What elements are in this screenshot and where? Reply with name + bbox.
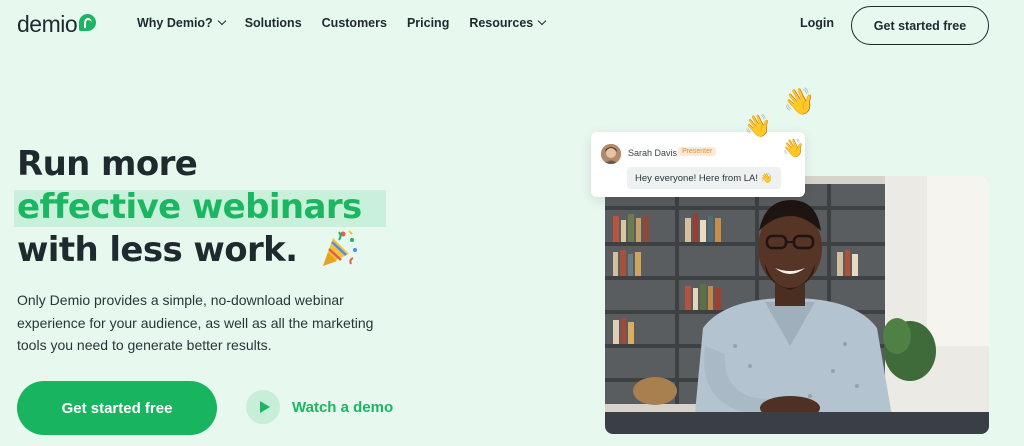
- nav-why-demio-label: Why Demio?: [137, 16, 213, 30]
- headline-line-1: Run more: [17, 144, 198, 184]
- main-menu: Why Demio? Solutions Customers Pricing R…: [137, 16, 565, 30]
- nav-pricing[interactable]: Pricing: [407, 16, 449, 30]
- headline-highlight: effective webinars: [14, 186, 386, 229]
- subtext-line: tools you need to generate better result…: [17, 337, 272, 353]
- presenter-photo-illustration: [605, 176, 989, 434]
- chat-message-card: Sarah Davis Presenter Hey everyone! Here…: [591, 132, 805, 197]
- headline-line-2: effective webinars: [14, 186, 386, 229]
- chat-message-bubble: Hey everyone! Here from LA! 👋: [627, 167, 781, 189]
- nav-pricing-label: Pricing: [406, 16, 450, 30]
- chevron-down-icon: [538, 16, 547, 26]
- play-icon: [246, 390, 280, 424]
- watch-demo-link[interactable]: Watch a demo: [246, 390, 393, 424]
- nav-solutions[interactable]: Solutions: [245, 16, 302, 30]
- nav-resources-label: Resources: [469, 16, 534, 30]
- nav-resources[interactable]: Resources: [469, 16, 547, 30]
- login-link[interactable]: Login: [800, 16, 834, 30]
- get-started-nav-button[interactable]: Get started free: [851, 6, 989, 45]
- nav-solutions-label: Solutions: [244, 16, 302, 30]
- hero-photo: [605, 176, 989, 434]
- headline-highlight-text: effective webinars: [17, 187, 362, 227]
- nav-customers[interactable]: Customers: [322, 16, 387, 30]
- subtext-line: Only Demio provides a simple, no-downloa…: [17, 292, 344, 308]
- presenter-badge: Presenter: [678, 147, 717, 156]
- headline-line-3: with less work.: [17, 229, 362, 272]
- nav-why-demio[interactable]: Why Demio?: [137, 16, 226, 30]
- demio-logo[interactable]: demio: [17, 11, 97, 38]
- watch-demo-label: Watch a demo: [292, 398, 394, 416]
- get-started-hero-button[interactable]: Get started free: [17, 381, 217, 435]
- confetti-icon: [322, 229, 357, 266]
- subtext-line: experience for your audience, as well as…: [17, 314, 374, 331]
- avatar: [601, 144, 621, 164]
- headline-line-3-text: with less work.: [17, 230, 298, 270]
- chat-sender-name: Sarah Davis: [628, 148, 678, 158]
- hero-subtext: Only Demio provides a simple, no-downloa…: [17, 289, 387, 357]
- waving-hand-icon: 👋: [782, 138, 805, 158]
- waving-hand-icon: 👋: [744, 113, 772, 138]
- logo-text: demio: [17, 11, 78, 37]
- waving-hand-icon: 👋: [783, 86, 816, 116]
- nav-customers-label: Customers: [321, 16, 387, 30]
- logo-bubble-icon: [79, 14, 97, 31]
- hero-headline: Run more effective webinars with less wo…: [14, 143, 386, 272]
- chevron-down-icon: [217, 16, 226, 26]
- top-nav: demio Why Demio? Solutions Customers Pri…: [0, 0, 1024, 50]
